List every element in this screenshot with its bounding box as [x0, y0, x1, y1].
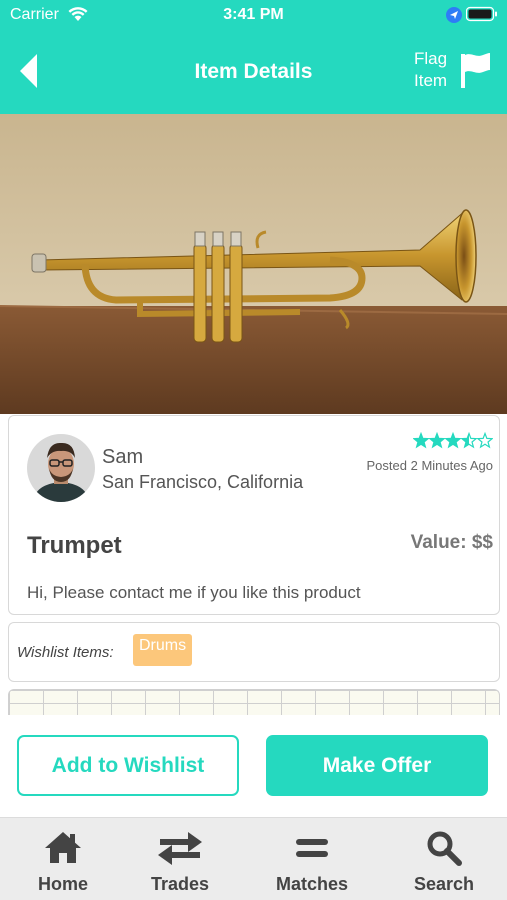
star-fill — [429, 433, 445, 448]
tab-home-label: Home — [37, 874, 88, 894]
seller-location: San Francisco, California — [102, 472, 304, 492]
status-time: 3:41 PM — [223, 6, 284, 23]
status-bar: Carrier 3:41 PM — [0, 0, 507, 32]
battery-icon — [466, 6, 497, 22]
rating-stars — [412, 431, 494, 450]
star-outline — [476, 431, 494, 449]
tab-bar: Home Trades Matches Search — [0, 817, 507, 900]
star-fill — [413, 433, 429, 448]
grid-preview — [8, 689, 500, 715]
tab-matches-label: Matches — [275, 874, 349, 894]
make-offer-button[interactable]: Make Offer — [266, 735, 488, 796]
avatar[interactable] — [27, 434, 95, 502]
item-title: Trumpet — [27, 532, 122, 559]
tab-search-label: Search — [413, 874, 475, 894]
seller-name: Sam — [102, 446, 144, 468]
flag-item-button[interactable]: Flag Item — [414, 48, 498, 96]
tab-home[interactable]: Home — [0, 818, 126, 900]
wishlist-card: Wishlist Items: Drums — [8, 622, 500, 682]
product-photo — [0, 114, 507, 414]
search-icon — [427, 831, 462, 866]
tab-matches[interactable]: Matches — [249, 818, 375, 900]
item-value: Value: $$ — [410, 532, 493, 553]
add-to-wishlist-button[interactable]: Add to Wishlist — [17, 735, 239, 796]
tab-trades[interactable]: Trades — [117, 818, 243, 900]
wishlist-label: Wishlist Items: — [17, 644, 114, 661]
flag-label-line1: Flag — [414, 49, 448, 68]
flag-icon — [461, 53, 490, 88]
tab-search[interactable]: Search — [381, 818, 507, 900]
trades-icon — [158, 832, 202, 865]
item-description: Hi, Please contact me if you like this p… — [27, 583, 361, 602]
star-fill — [445, 433, 461, 448]
item-card: Sam San Francisco, California Posted 2 M… — [8, 415, 500, 615]
matches-icon — [296, 839, 328, 857]
posted-time: Posted 2 Minutes Ago — [366, 458, 493, 473]
location-arrow-icon — [446, 7, 462, 23]
flag-label-line2: Item — [414, 71, 448, 90]
tab-trades-label: Trades — [150, 874, 210, 894]
wishlist-tag[interactable]: Drums — [133, 634, 193, 666]
home-icon — [45, 832, 81, 863]
